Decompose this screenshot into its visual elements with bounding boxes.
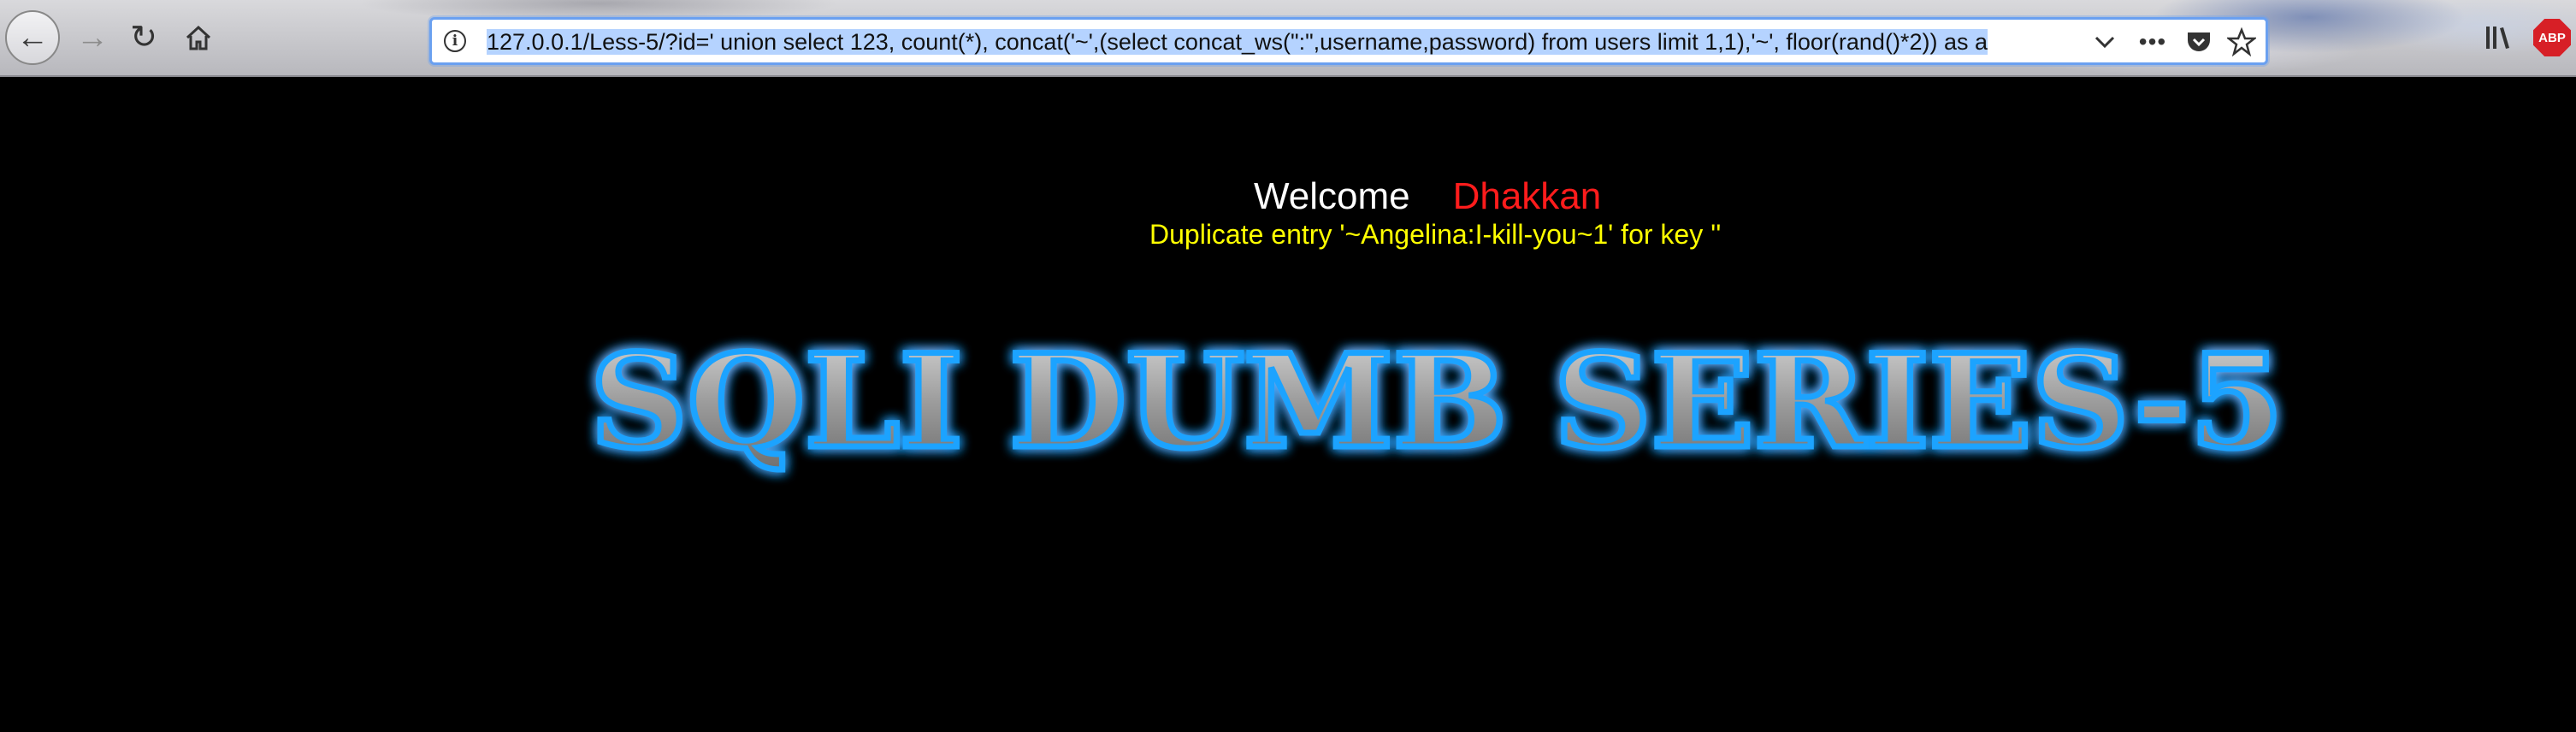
browser-toolbar: ← → ↻ i 127.0.0.1/Less-5/?id=' union sel… <box>0 0 2576 77</box>
reload-icon: ↻ <box>130 20 157 56</box>
library-icon[interactable] <box>2480 19 2518 56</box>
home-icon <box>186 25 211 50</box>
star-icon[interactable] <box>2223 25 2260 59</box>
url-text: 127.0.0.1/Less-5/?id=' union select 123,… <box>487 29 1988 55</box>
back-button[interactable]: ← <box>5 10 60 65</box>
chevron-down-icon[interactable] <box>2086 25 2124 59</box>
address-bar[interactable]: i 127.0.0.1/Less-5/?id=' union select 12… <box>429 17 2268 65</box>
info-icon[interactable]: i <box>444 30 466 52</box>
forward-button[interactable]: → <box>65 10 120 65</box>
series-banner: SQLI DUMB SERIES-5 <box>588 327 2287 481</box>
arrow-right-icon: → <box>76 20 109 56</box>
abp-label: ABP <box>2538 30 2566 45</box>
url-input[interactable]: 127.0.0.1/Less-5/?id=' union select 123,… <box>487 27 2077 56</box>
user-name: Dhakkan <box>1452 175 1602 217</box>
pocket-icon[interactable] <box>2180 25 2218 59</box>
more-icon[interactable]: ••• <box>2134 25 2171 59</box>
welcome-text: Welcome <box>1254 175 1410 217</box>
error-message: Duplicate entry '~Angelina:I-kill-you~1'… <box>1149 219 1722 250</box>
reload-button[interactable]: ↻ <box>116 10 171 65</box>
adblock-icon[interactable]: ABP <box>2533 19 2571 56</box>
banner-text: SQLI DUMB SERIES-5 <box>590 327 2284 477</box>
arrow-left-icon: ← <box>16 20 49 56</box>
home-button[interactable] <box>171 10 226 65</box>
welcome-line: Welcome Dhakkan <box>1254 174 1601 219</box>
